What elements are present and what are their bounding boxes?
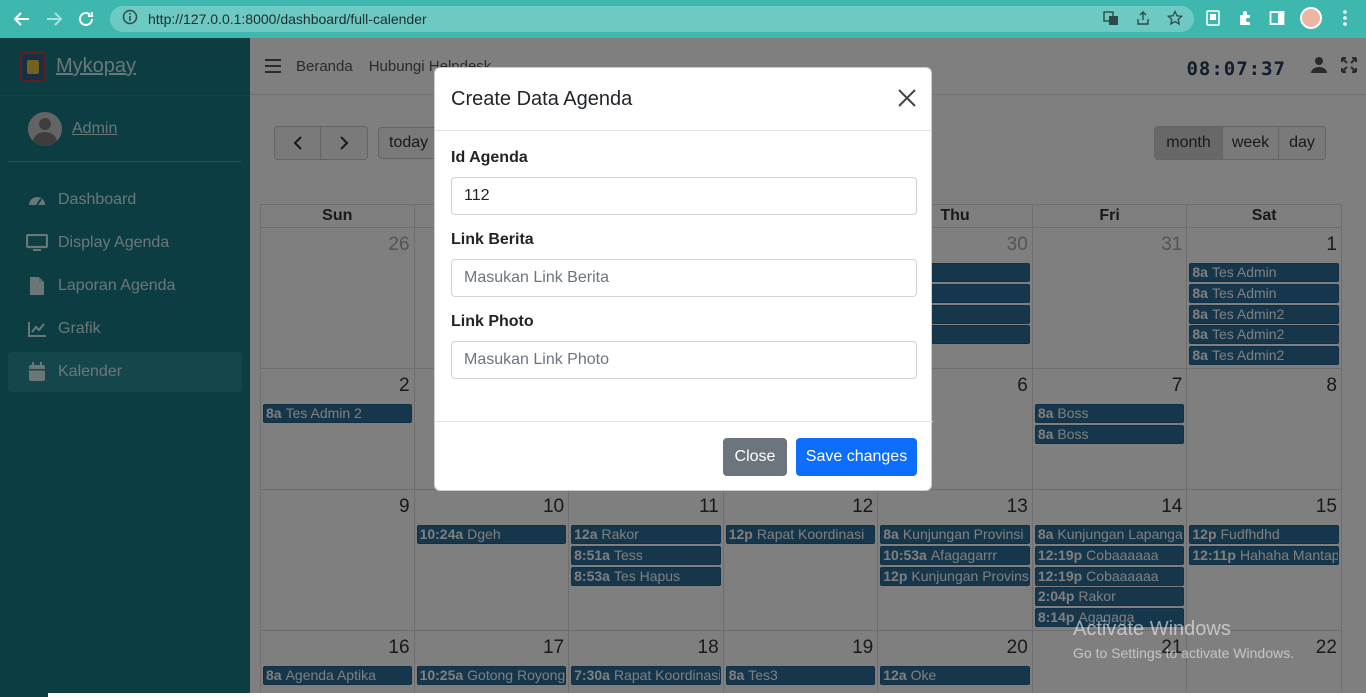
bookmark-star-icon[interactable] bbox=[1166, 9, 1184, 27]
reload-icon[interactable] bbox=[70, 3, 102, 35]
activate-windows-watermark: Activate Windows Go to Settings to activ… bbox=[1073, 618, 1294, 661]
modal-title: Create Data Agenda bbox=[451, 87, 633, 110]
url-text: http://127.0.0.1:8000/dashboard/full-cal… bbox=[148, 11, 427, 27]
back-icon[interactable] bbox=[6, 3, 38, 35]
address-bar[interactable]: http://127.0.0.1:8000/dashboard/full-cal… bbox=[110, 6, 1194, 32]
link-photo-label: Link Photo bbox=[451, 313, 534, 330]
sidepanel-icon[interactable] bbox=[1268, 7, 1286, 29]
info-icon[interactable] bbox=[122, 9, 138, 30]
watermark-title: Activate Windows bbox=[1073, 618, 1231, 640]
translate-icon[interactable] bbox=[1102, 9, 1120, 27]
more-vertical-icon[interactable] bbox=[1336, 7, 1354, 29]
extension-app-icon[interactable] bbox=[1204, 7, 1222, 29]
modal-footer: Close Save changes bbox=[435, 421, 933, 491]
create-agenda-modal: Create Data Agenda Id Agenda 112 Link Be… bbox=[434, 67, 933, 491]
close-icon[interactable] bbox=[897, 88, 917, 108]
close-button[interactable]: Close bbox=[723, 438, 787, 476]
id-agenda-input[interactable]: 112 bbox=[451, 177, 917, 215]
taskbar-edge bbox=[48, 693, 1366, 697]
puzzle-icon[interactable] bbox=[1236, 7, 1254, 29]
link-berita-label: Link Berita bbox=[451, 231, 534, 248]
modal-body: Id Agenda 112 Link Berita Masukan Link B… bbox=[435, 131, 931, 379]
profile-avatar-icon[interactable] bbox=[1300, 7, 1322, 29]
forward-icon[interactable] bbox=[38, 3, 70, 35]
link-photo-input[interactable]: Masukan Link Photo bbox=[451, 341, 917, 379]
watermark-subtitle: Go to Settings to activate Windows. bbox=[1073, 645, 1294, 661]
share-icon[interactable] bbox=[1134, 9, 1152, 27]
modal-header: Create Data Agenda bbox=[435, 68, 931, 131]
link-berita-input[interactable]: Masukan Link Berita bbox=[451, 259, 917, 297]
id-agenda-label: Id Agenda bbox=[451, 149, 528, 166]
browser-toolbar: http://127.0.0.1:8000/dashboard/full-cal… bbox=[0, 0, 1366, 38]
save-changes-button[interactable]: Save changes bbox=[796, 438, 917, 476]
